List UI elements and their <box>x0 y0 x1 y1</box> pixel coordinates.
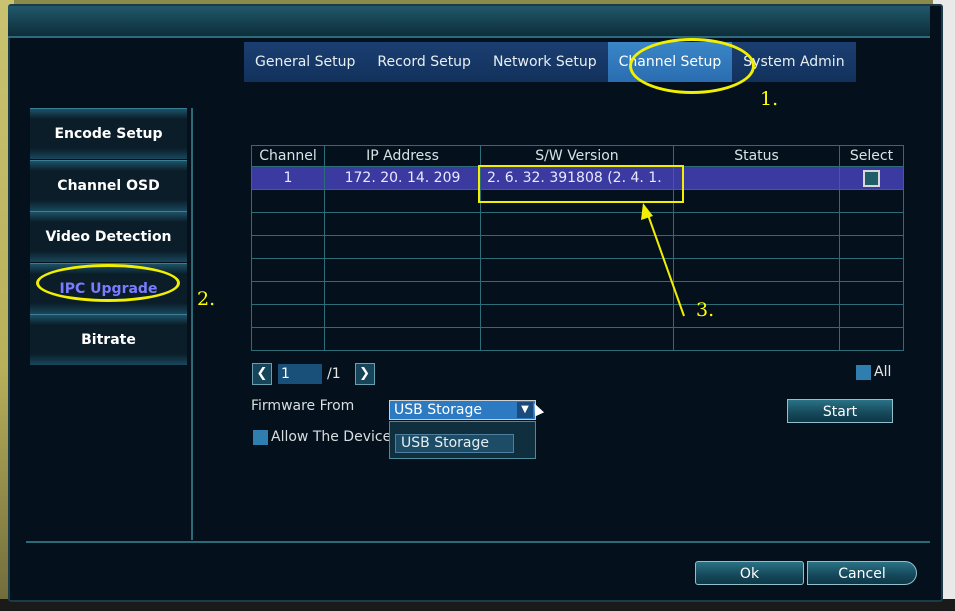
allow-device-checkbox[interactable] <box>253 429 268 445</box>
firmware-source-value: USB Storage <box>394 402 482 418</box>
column-header-sw-version: S/W Version <box>480 145 674 167</box>
sidebar-item-video-detection[interactable]: Video Detection <box>30 211 187 263</box>
column-header-select: Select <box>839 145 904 167</box>
firmware-source-select[interactable]: USB Storage ▼ <box>389 400 536 420</box>
dialog-titlebar <box>8 6 930 38</box>
footer-divider <box>26 541 930 543</box>
sidebar-item-encode-setup[interactable]: Encode Setup <box>30 108 187 159</box>
vertical-divider <box>191 108 193 540</box>
cell-status <box>673 166 840 190</box>
page-number-input[interactable]: 1 <box>278 364 322 384</box>
annotation-highlight-version <box>478 165 684 203</box>
annotation-step-3: 3. <box>696 299 715 321</box>
sidebar: Encode Setup Channel OSD Video Detection… <box>30 108 187 366</box>
firmware-from-label: Firmware From <box>251 398 355 414</box>
table-row[interactable] <box>251 304 904 328</box>
tab-record-setup[interactable]: Record Setup <box>366 42 482 82</box>
annotation-step-2: 2. <box>197 288 216 310</box>
page-total: /1 <box>327 366 341 382</box>
select-all[interactable]: All <box>856 364 891 380</box>
cell-ip-address: 172. 20. 14. 209 <box>324 166 481 190</box>
table-row[interactable] <box>251 281 904 305</box>
table-header-row: Channel IP Address S/W Version Status Se… <box>251 145 904 167</box>
select-all-label: All <box>874 364 892 380</box>
firmware-source-dropdown: USB Storage <box>389 421 536 459</box>
cell-channel: 1 <box>251 166 325 190</box>
cell-select <box>839 166 904 190</box>
select-all-checkbox[interactable] <box>856 364 871 380</box>
allow-device-option[interactable]: Allow The Device <box>253 429 389 445</box>
chevron-left-icon[interactable]: ❮ <box>252 363 272 385</box>
tab-channel-setup[interactable]: Channel Setup <box>607 42 733 82</box>
column-header-channel: Channel <box>251 145 325 167</box>
sidebar-item-ipc-upgrade[interactable]: IPC Upgrade <box>30 262 187 314</box>
row-select-checkbox[interactable] <box>863 169 880 187</box>
tab-bar: General Setup Record Setup Network Setup… <box>244 42 856 82</box>
cancel-button[interactable]: Cancel <box>807 561 917 585</box>
chevron-right-icon[interactable]: ❯ <box>354 363 375 385</box>
ok-button[interactable]: Ok <box>695 561 804 585</box>
column-header-ip-address: IP Address <box>324 145 481 167</box>
column-header-status: Status <box>673 145 840 167</box>
table-row[interactable] <box>251 327 904 351</box>
annotation-step-1: 1. <box>760 88 779 110</box>
table-row[interactable] <box>251 258 904 282</box>
sidebar-item-channel-osd[interactable]: Channel OSD <box>30 159 187 211</box>
allow-device-label: Allow The Device <box>271 429 389 445</box>
table-row[interactable] <box>251 235 904 259</box>
pager: ❮ 1 /1 ❯ <box>252 363 375 385</box>
dropdown-option-usb-storage[interactable]: USB Storage <box>395 434 514 453</box>
tab-system-admin[interactable]: System Admin <box>732 42 856 82</box>
sidebar-item-bitrate[interactable]: Bitrate <box>30 314 187 366</box>
table-row[interactable] <box>251 212 904 236</box>
tab-network-setup[interactable]: Network Setup <box>481 42 608 82</box>
tab-general-setup[interactable]: General Setup <box>244 42 367 82</box>
start-button[interactable]: Start <box>787 399 893 423</box>
